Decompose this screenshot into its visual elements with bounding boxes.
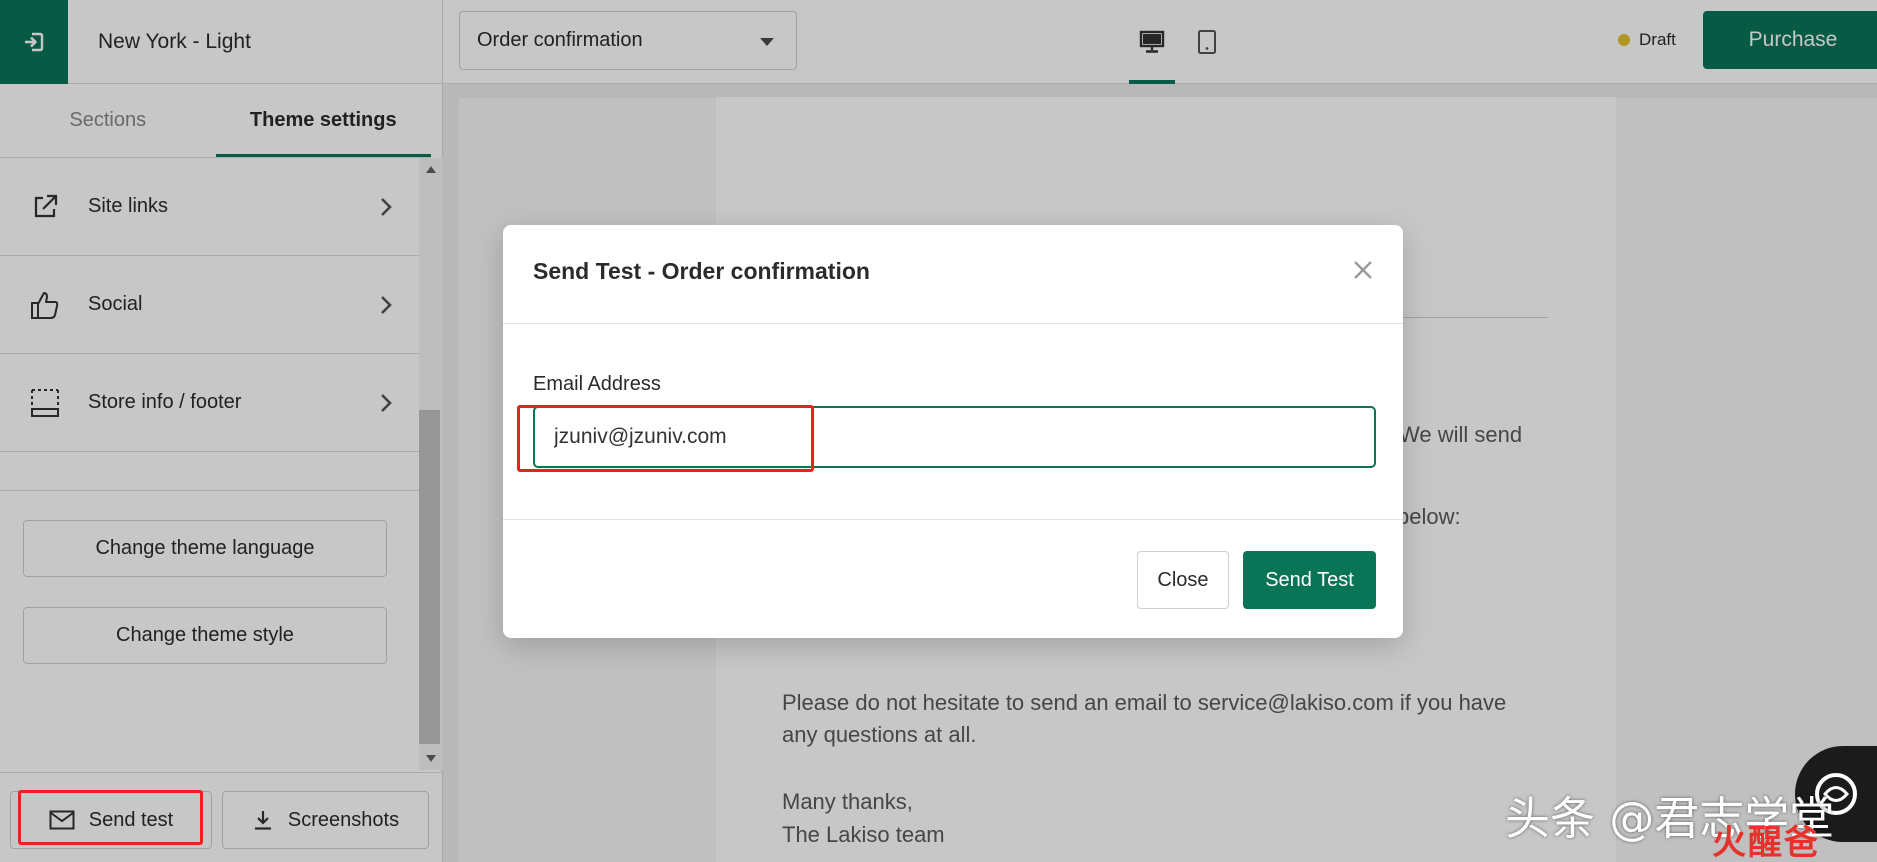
watermark-brand: 火醒爸	[1712, 823, 1820, 862]
modal-divider	[503, 519, 1403, 520]
close-icon	[1354, 261, 1372, 279]
send-test-modal: Send Test - Order confirmation Email Add…	[503, 225, 1403, 638]
modal-divider	[503, 323, 1403, 324]
modal-close-button[interactable]	[1348, 255, 1378, 285]
email-address-label: Email Address	[533, 373, 661, 395]
close-button[interactable]: Close	[1137, 551, 1229, 609]
send-test-submit-button[interactable]: Send Test	[1243, 551, 1376, 609]
email-address-input[interactable]	[533, 406, 1376, 468]
modal-title: Send Test - Order confirmation	[533, 258, 870, 284]
